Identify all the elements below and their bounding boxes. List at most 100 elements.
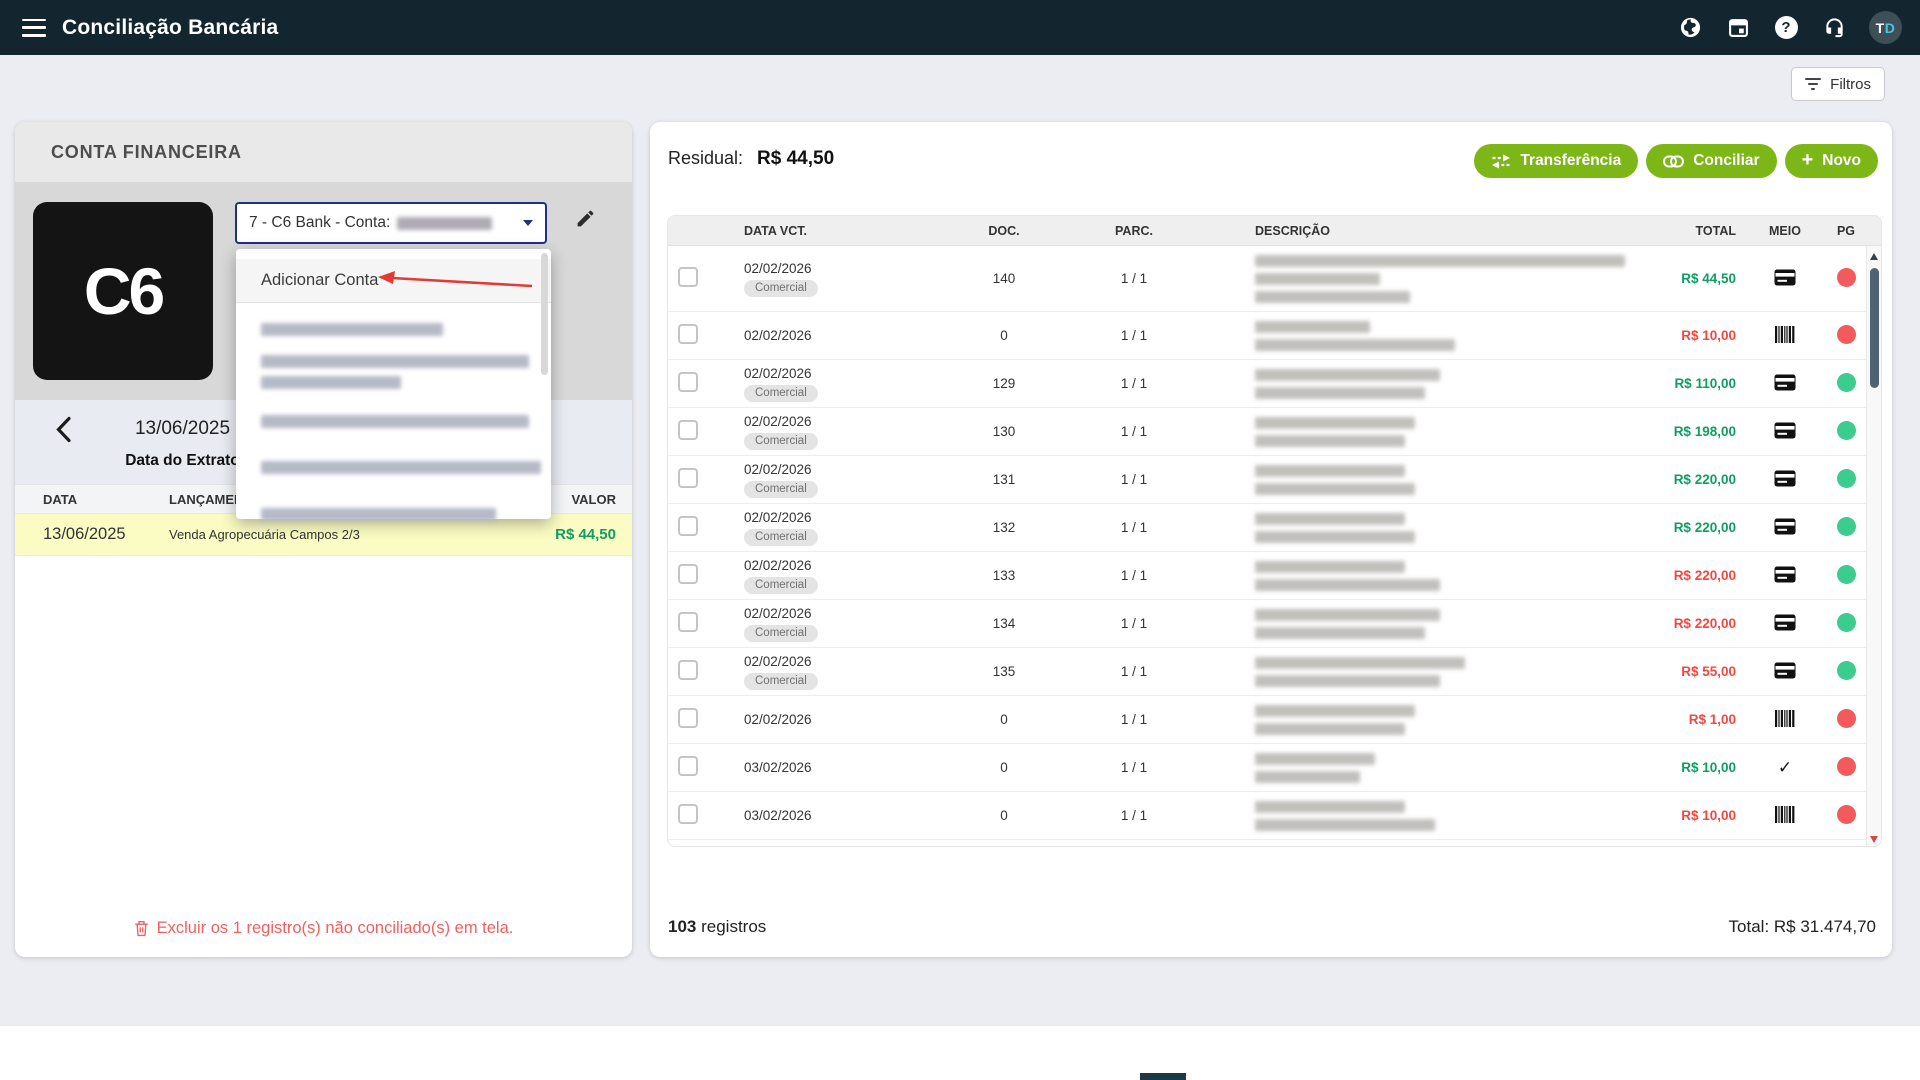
row-checkbox[interactable] <box>678 468 698 488</box>
record-row[interactable]: 02/02/2026 0 1 / 1 R$ 10,00 <box>668 312 1868 360</box>
reconcile-button[interactable]: Conciliar <box>1646 144 1777 178</box>
row-checkbox[interactable] <box>678 708 698 728</box>
new-button[interactable]: + Novo <box>1784 144 1878 178</box>
record-row[interactable]: 02/02/2026 Comercial 133 1 / 1 R$ 220,00 <box>668 552 1868 600</box>
record-row[interactable]: 03/02/2026 0 1 / 1 R$ 10,00 ✓ <box>668 744 1868 792</box>
prev-date-button[interactable] <box>55 416 72 448</box>
row-doc: 132 <box>992 520 1016 535</box>
dropdown-item-redacted[interactable] <box>261 376 401 389</box>
row-checkbox[interactable] <box>678 612 698 632</box>
dropdown-item-redacted[interactable] <box>261 415 529 428</box>
plus-icon: + <box>1801 149 1814 171</box>
header-pg: PG <box>1836 224 1856 238</box>
record-row[interactable]: 03/02/2026 0 1 / 1 R$ 10,00 <box>668 792 1868 840</box>
header-doc: DOC. <box>988 224 1020 238</box>
card-icon <box>1774 374 1796 390</box>
row-doc: 0 <box>1000 808 1008 823</box>
scroll-down-icon[interactable] <box>1870 836 1878 843</box>
row-description-redacted <box>1198 656 1608 687</box>
dropdown-item-redacted[interactable] <box>261 355 529 368</box>
row-description-redacted <box>1198 608 1608 639</box>
payment-status-dot <box>1836 324 1856 344</box>
avatar[interactable]: TD <box>1869 11 1902 44</box>
row-total: R$ 220,00 <box>1673 568 1736 583</box>
row-checkbox[interactable] <box>678 660 698 680</box>
row-total: R$ 1,00 <box>1688 712 1736 727</box>
row-checkbox[interactable] <box>678 804 698 824</box>
row-category-chip: Comercial <box>744 672 818 690</box>
row-doc: 0 <box>1000 712 1008 727</box>
dropdown-scrollbar[interactable] <box>541 253 548 375</box>
record-row[interactable]: 02/02/2026 Comercial 134 1 / 1 R$ 220,00 <box>668 600 1868 648</box>
edit-account-button[interactable] <box>575 208 596 234</box>
row-parc: 1 / 1 <box>1120 808 1148 823</box>
row-parc: 1 / 1 <box>1120 616 1148 631</box>
calendar-icon[interactable] <box>1725 15 1751 41</box>
row-total: R$ 10,00 <box>1681 760 1736 775</box>
delete-unreconciled-link[interactable]: Excluir os 1 registro(s) não conciliado(… <box>15 899 632 957</box>
card-icon <box>1774 614 1796 630</box>
row-doc: 131 <box>992 472 1016 487</box>
header-data-vct: DATA VCT. <box>744 224 807 238</box>
table-scrollbar <box>1866 246 1881 846</box>
scroll-thumb[interactable] <box>1870 268 1879 388</box>
row-description-redacted <box>1198 368 1608 399</box>
record-row[interactable]: 02/02/2026 Comercial 132 1 / 1 R$ 220,00 <box>668 504 1868 552</box>
globe-icon[interactable] <box>1677 15 1703 41</box>
record-row[interactable]: 02/02/2026 Comercial 130 1 / 1 R$ 198,00 <box>668 408 1868 456</box>
row-date: 02/02/2026 <box>744 712 812 727</box>
topbar: Conciliação Bancária ? TD <box>0 0 1920 55</box>
header-total: TOTAL <box>1695 224 1736 238</box>
row-category-chip: Comercial <box>744 624 818 642</box>
row-total: R$ 44,50 <box>1681 271 1736 286</box>
pencil-icon <box>577 210 594 227</box>
financial-account-card: CONTA FINANCEIRA C6 7 - C6 Bank - Conta:… <box>15 122 632 957</box>
row-parc: 1 / 1 <box>1120 376 1148 391</box>
row-date: 02/02/2026 <box>744 557 812 573</box>
records-total: Total: R$ 31.474,70 <box>1728 917 1876 936</box>
row-checkbox[interactable] <box>678 564 698 584</box>
trash-icon <box>134 920 148 936</box>
records-table: DATA VCT. DOC. PARC. DESCRIÇÃO TOTAL MEI… <box>667 215 1882 847</box>
scroll-up-icon[interactable] <box>1870 253 1878 260</box>
payment-status-dot <box>1836 708 1856 728</box>
row-category-chip: Comercial <box>744 576 818 594</box>
row-checkbox[interactable] <box>678 756 698 776</box>
row-checkbox[interactable] <box>678 324 698 344</box>
menu-icon[interactable] <box>22 18 46 37</box>
row-checkbox[interactable] <box>678 420 698 440</box>
record-row[interactable]: 02/02/2026 Comercial 131 1 / 1 R$ 220,00 <box>668 456 1868 504</box>
record-row[interactable]: 02/02/2026 0 1 / 1 R$ 1,00 <box>668 696 1868 744</box>
dropdown-item-redacted[interactable] <box>261 508 496 521</box>
row-doc: 134 <box>992 616 1016 631</box>
filters-button[interactable]: Filtros <box>1791 67 1885 101</box>
card-icon <box>1774 269 1796 285</box>
chevron-left-icon <box>56 416 71 443</box>
payment-status-dot <box>1836 612 1856 632</box>
check-icon: ✓ <box>1777 757 1793 777</box>
dropdown-item-redacted[interactable] <box>261 461 541 474</box>
dropdown-item-redacted[interactable] <box>261 323 443 336</box>
payment-status-dot <box>1836 564 1856 584</box>
row-parc: 1 / 1 <box>1120 328 1148 343</box>
bottom-notch <box>1140 1073 1186 1080</box>
transfer-button[interactable]: Transferência <box>1474 144 1639 178</box>
account-select[interactable]: 7 - C6 Bank - Conta: <box>235 202 547 244</box>
row-parc: 1 / 1 <box>1120 760 1148 775</box>
row-checkbox[interactable] <box>678 516 698 536</box>
row-checkbox[interactable] <box>678 372 698 392</box>
row-doc: 0 <box>1000 328 1008 343</box>
record-row[interactable]: 02/02/2026 Comercial 135 1 / 1 R$ 55,00 <box>668 648 1868 696</box>
row-date: 03/02/2026 <box>744 808 812 823</box>
support-headset-icon[interactable] <box>1821 15 1847 41</box>
row-date: 02/02/2026 <box>744 461 812 477</box>
row-category-chip: Comercial <box>744 279 818 297</box>
row-total: R$ 198,00 <box>1673 424 1736 439</box>
card-icon <box>1774 422 1796 438</box>
record-row[interactable]: 02/02/2026 Comercial 129 1 / 1 R$ 110,00 <box>668 360 1868 408</box>
payment-status-dot <box>1836 420 1856 440</box>
card-icon <box>1774 566 1796 582</box>
row-checkbox[interactable] <box>678 267 698 287</box>
help-icon[interactable]: ? <box>1773 15 1799 41</box>
record-row[interactable]: 02/02/2026 Comercial 140 1 / 1 R$ 44,50 <box>668 246 1868 312</box>
